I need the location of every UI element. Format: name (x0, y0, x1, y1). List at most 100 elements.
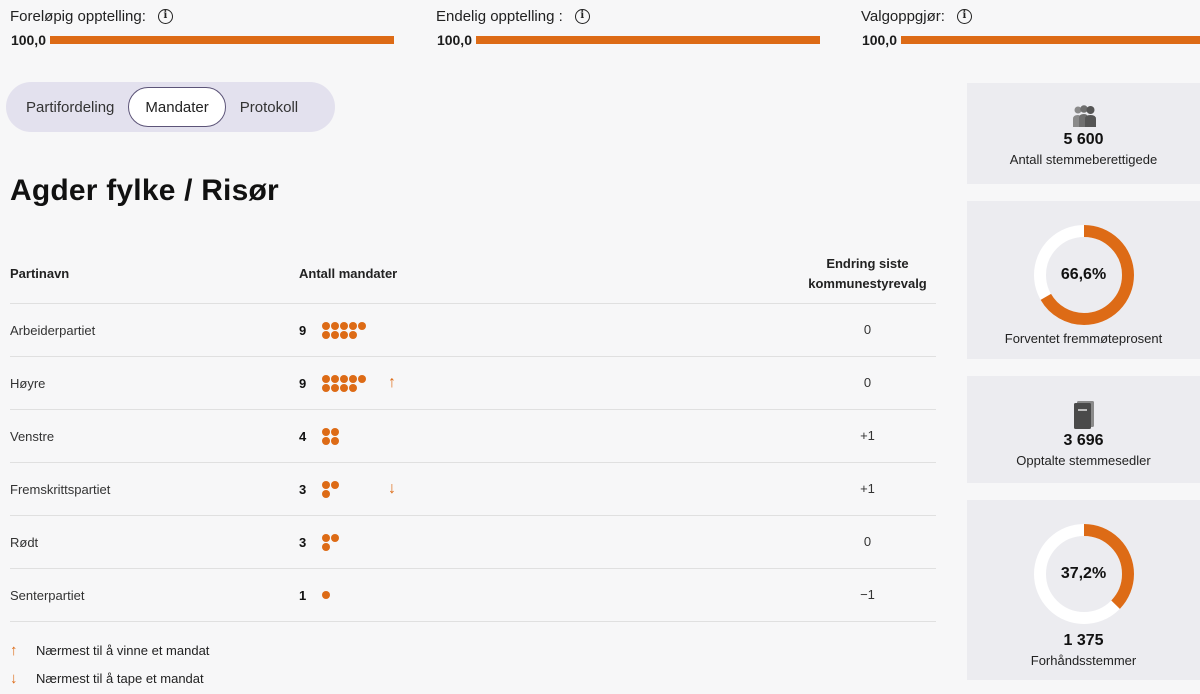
progress-valgoppgjor: Valgoppgjør: i 100,0 (861, 6, 1200, 48)
counted-ballots-label: Opptalte stemmesedler (1016, 453, 1151, 468)
card-counted-ballots: 3 696 Opptalte stemmesedler (967, 376, 1200, 483)
party-name: Rødt (10, 534, 39, 550)
seat-dot (349, 374, 357, 383)
seat-dot (322, 321, 330, 330)
seat-change: 0 (863, 322, 872, 337)
seat-dot (358, 321, 366, 330)
arrow-down-icon: ↓ (10, 669, 18, 687)
advance-votes-percent: 37,2% (1060, 565, 1107, 582)
seat-count: 4 (299, 428, 307, 444)
eligible-voters-value: 5 600 (1063, 131, 1104, 148)
party-name: Arbeiderpartiet (10, 322, 96, 338)
info-icon[interactable]: i (956, 8, 972, 24)
advance-votes-label: Forhåndsstemmer (1030, 653, 1137, 668)
seat-change: 0 (863, 375, 872, 390)
header-antall-mandater: Antall mandater (299, 266, 398, 281)
seat-change: +1 (860, 481, 875, 496)
seat-count: 3 (299, 481, 307, 497)
progress-endelig: Endelig opptelling : i 100,0 (436, 6, 820, 48)
header-endring: Endring siste kommunestyrevalg (808, 255, 927, 291)
seat-dot (331, 374, 339, 383)
seat-dot (322, 542, 330, 551)
party-name: Fremskrittspartiet (10, 481, 111, 497)
mandates-table: Partinavn Antall mandater Endring siste … (10, 244, 936, 622)
seat-dot (322, 533, 330, 542)
seat-dot (358, 374, 366, 383)
progress-foreløpig: Foreløpig opptelling: i 100,0 (10, 6, 394, 48)
seat-change: +1 (860, 428, 875, 443)
seat-dots (322, 374, 384, 392)
legend-item-up: ↑ Nærmest til å vinne et mandat (10, 636, 209, 664)
advance-votes-donut: 37,2% (1033, 523, 1135, 625)
card-advance-votes: 37,2% 1 375 Forhåndsstemmer (967, 500, 1200, 680)
progress-label: Valgoppgjør: (861, 7, 945, 25)
progress-value: 100,0 (861, 32, 897, 48)
header-partinavn: Partinavn (10, 266, 70, 281)
seat-count: 1 (299, 587, 307, 603)
seat-dot (331, 330, 339, 339)
arrow-up-icon: ↑ (388, 374, 396, 391)
party-name: Høyre (10, 375, 46, 391)
turnout-label: Forventet fremmøteprosent (1004, 331, 1163, 346)
ballot-box-icon (1073, 401, 1094, 429)
seat-cell: 3 (299, 533, 799, 551)
table-row: Høyre 9 ↑ 0 (10, 357, 936, 410)
legend-label: Nærmest til å tape et mandat (36, 670, 204, 686)
seat-dot (340, 374, 348, 383)
seat-dot (331, 480, 339, 489)
table-row: Rødt 3 0 (10, 516, 936, 569)
seat-change: −1 (860, 587, 875, 602)
seat-cell: 3 ↓ (299, 480, 799, 498)
seat-dot (322, 383, 330, 392)
legend: ↑ Nærmest til å vinne et mandat ↓ Nærmes… (10, 636, 209, 692)
view-tabs: Partifordeling Mandater Protokoll (6, 82, 335, 132)
seat-cell: 9 (299, 321, 799, 339)
seat-dots (322, 533, 384, 551)
legend-item-down: ↓ Nærmest til å tape et mandat (10, 664, 209, 692)
table-row: Venstre 4 +1 (10, 410, 936, 463)
tab-mandater[interactable]: Mandater (128, 87, 226, 127)
tab-partifordeling[interactable]: Partifordeling (12, 87, 128, 127)
turnout-donut: 66,6% (1033, 224, 1135, 326)
party-name: Venstre (10, 428, 55, 444)
eligible-voters-label: Antall stemmeberettigede (1009, 152, 1158, 167)
seat-dot (322, 436, 330, 445)
progress-value: 100,0 (436, 32, 472, 48)
seat-dot (322, 374, 330, 383)
seat-dots (322, 321, 384, 339)
seat-dot (322, 591, 330, 599)
seat-dot (340, 383, 348, 392)
seat-dots (322, 427, 384, 445)
seat-cell: 1 (299, 588, 799, 603)
seat-dot (331, 436, 339, 445)
seat-change: 0 (863, 534, 872, 549)
seat-dots (322, 480, 384, 498)
seat-dot (322, 480, 330, 489)
seat-count: 9 (299, 322, 307, 338)
people-icon (1072, 105, 1096, 127)
seat-dot (349, 321, 357, 330)
seat-dot (331, 533, 339, 542)
seat-dot (322, 489, 330, 498)
table-row: Fremskrittspartiet 3 ↓ +1 (10, 463, 936, 516)
seat-dot (331, 383, 339, 392)
seat-count: 3 (299, 534, 307, 550)
arrow-down-icon: ↓ (388, 480, 396, 497)
seat-dot (322, 427, 330, 436)
turnout-percent: 66,6% (1060, 266, 1107, 283)
advance-votes-value: 1 375 (1063, 632, 1104, 649)
tab-protokoll[interactable]: Protokoll (226, 87, 312, 127)
table-row: Senterpartiet 1 −1 (10, 569, 936, 622)
seat-dot (340, 330, 348, 339)
seat-cell: 4 (299, 427, 799, 445)
progress-bar (50, 36, 394, 44)
counted-ballots-value: 3 696 (1063, 432, 1104, 449)
seat-dot (349, 383, 357, 392)
info-icon[interactable]: i (157, 8, 173, 24)
party-name: Senterpartiet (10, 587, 85, 603)
seat-dot (349, 330, 357, 339)
arrow-up-icon: ↑ (10, 641, 18, 659)
info-icon[interactable]: i (574, 8, 590, 24)
seat-cell: 9 ↑ (299, 374, 799, 392)
table-header: Partinavn Antall mandater Endring siste … (10, 244, 936, 304)
